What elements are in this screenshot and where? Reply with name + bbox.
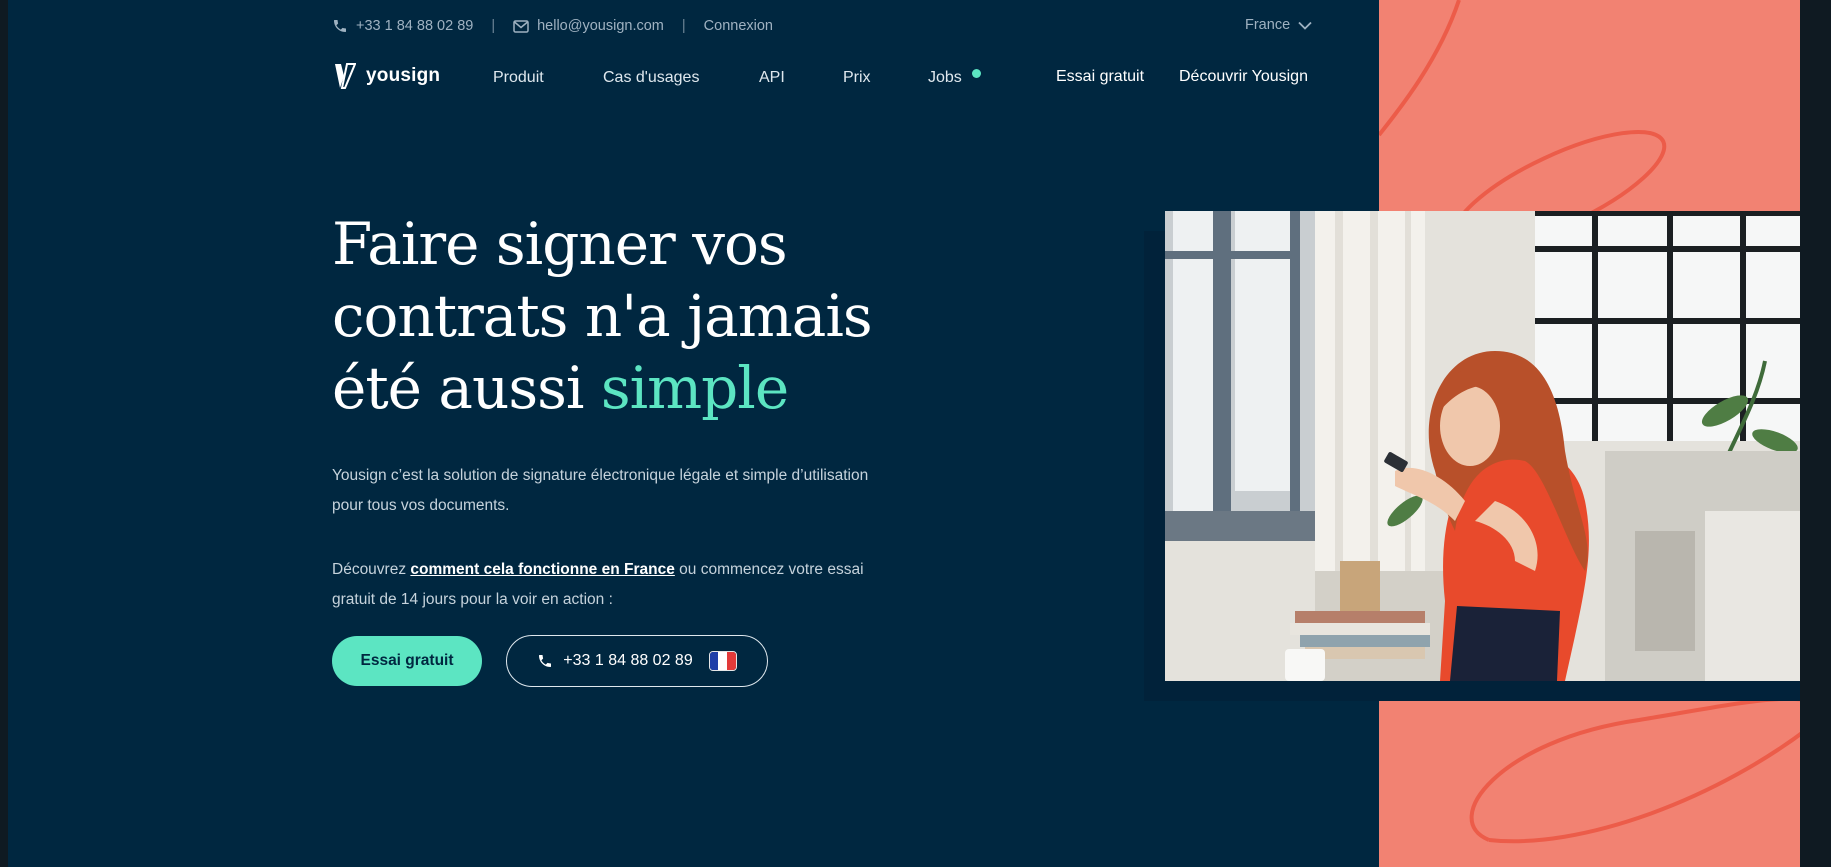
window-edge	[1800, 0, 1823, 867]
call-button-label: +33 1 84 88 02 89	[563, 652, 693, 669]
headline-accent: simple	[600, 354, 789, 422]
top-phone-link[interactable]: +33 1 84 88 02 89	[332, 18, 473, 34]
top-phone-text: +33 1 84 88 02 89	[356, 18, 474, 34]
hero-photo	[1165, 211, 1808, 681]
login-link[interactable]: Connexion	[704, 18, 773, 34]
headline-line-1: Faire signer vos	[332, 210, 788, 278]
separator: |	[681, 18, 686, 34]
brand-logo[interactable]: yousign	[334, 62, 440, 90]
chevron-down-icon	[1298, 21, 1312, 30]
hero-discover-text: Découvrez comment cela fonctionne en Fra…	[332, 555, 892, 615]
headline-line-2: contrats n'a jamais	[332, 282, 873, 350]
yousign-logo-icon	[335, 63, 356, 89]
hero-description: Yousign c’est la solution de signature é…	[332, 467, 869, 514]
separator: |	[491, 18, 496, 34]
top-bar: +33 1 84 88 02 89 | hello@yousign.com | …	[332, 15, 773, 37]
jobs-notification-dot	[972, 69, 981, 78]
mail-icon	[513, 19, 529, 33]
hero-photo-illustration	[1165, 211, 1808, 681]
phone-icon	[539, 655, 552, 667]
french-flag-icon	[708, 651, 737, 671]
nav-item-produit[interactable]: Produit	[493, 69, 544, 87]
page-frame: +33 1 84 88 02 89 | hello@yousign.com | …	[8, 0, 1808, 867]
nav-item-cas-usages[interactable]: Cas d'usages	[603, 69, 699, 87]
top-email-text: hello@yousign.com	[537, 18, 664, 34]
hero-headline: Faire signer vos contrats n'a jamais été…	[332, 208, 952, 424]
discover-prefix: Découvrez	[332, 561, 411, 578]
nav-cta-trial[interactable]: Essai gratuit	[1056, 68, 1144, 86]
phone-icon	[334, 20, 346, 32]
headline-line-3: été aussi	[332, 354, 601, 422]
discover-link[interactable]: comment cela fonctionne en France	[410, 561, 674, 578]
nav-item-prix[interactable]: Prix	[843, 69, 871, 87]
call-button[interactable]: +33 1 84 88 02 89	[506, 635, 768, 687]
nav-item-api[interactable]: API	[759, 69, 785, 87]
top-email-link[interactable]: hello@yousign.com	[513, 18, 664, 34]
login-text: Connexion	[703, 18, 773, 34]
trial-button[interactable]: Essai gratuit	[332, 636, 482, 686]
country-selector[interactable]: France	[1245, 17, 1312, 33]
brand-name: yousign	[366, 65, 441, 86]
nav-item-jobs[interactable]: Jobs	[928, 69, 962, 87]
country-label: France	[1245, 17, 1291, 33]
nav-cta-discover[interactable]: Découvrir Yousign	[1179, 68, 1308, 86]
